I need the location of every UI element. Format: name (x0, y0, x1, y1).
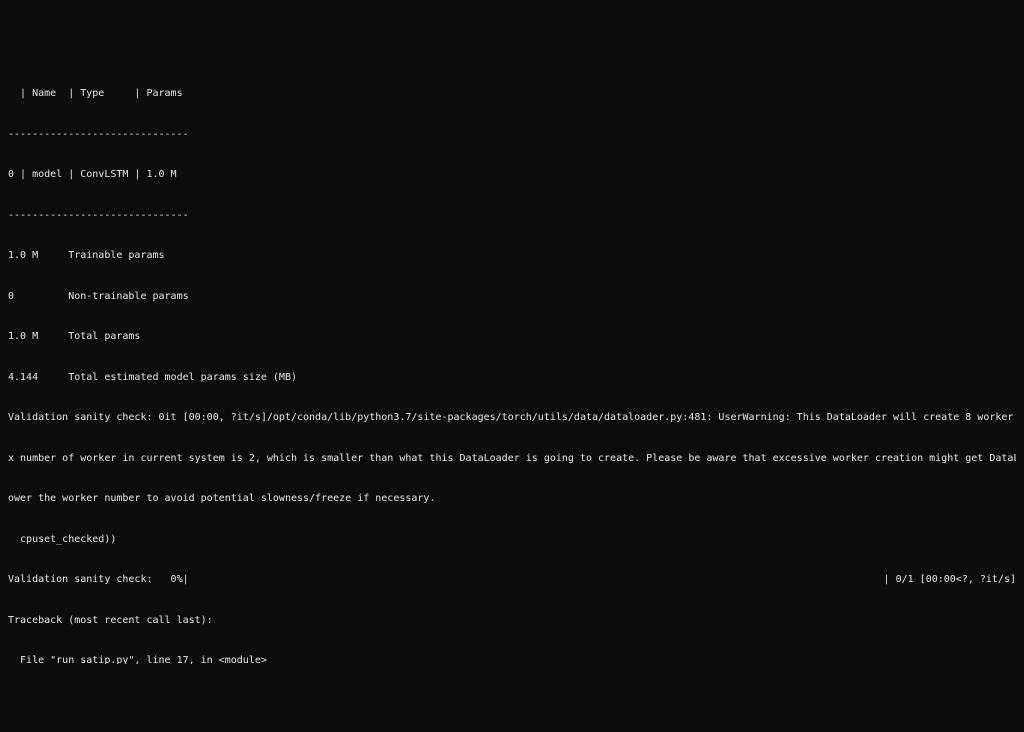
sanity-progress-left: Validation sanity check: 0%| (8, 573, 189, 587)
warn-line: ower the worker number to avoid potentia… (8, 492, 1016, 506)
param-non-trainable: 0 Non-trainable params (8, 290, 1016, 304)
traceback-line: File "run_satip.py", line 17, in <module… (8, 654, 1016, 664)
hr: ------------------------------ (8, 209, 1016, 223)
hr: ------------------------------ (8, 128, 1016, 142)
model-table-header: | Name | Type | Params (8, 87, 1016, 101)
traceback-body: File "run_satip.py", line 17, in <module… (8, 654, 1016, 664)
terminal-output[interactable]: | Name | Type | Params -----------------… (8, 60, 1016, 664)
model-table-row: 0 | model | ConvLSTM | 1.0 M (8, 168, 1016, 182)
sanity-line-1: Validation sanity check: 0it [00:00, ?it… (8, 411, 1016, 425)
sanity-progress-row: Validation sanity check: 0%| | 0/1 [00:0… (8, 573, 1016, 587)
traceback-header: Traceback (most recent call last): (8, 614, 1016, 628)
warn-line: cpuset_checked)) (8, 533, 1016, 547)
param-trainable: 1.0 M Trainable params (8, 249, 1016, 263)
warn-line: x number of worker in current system is … (8, 452, 1016, 466)
param-size: 4.144 Total estimated model params size … (8, 371, 1016, 385)
sanity-progress-right: | 0/1 [00:00<?, ?it/s] (884, 573, 1016, 587)
param-total: 1.0 M Total params (8, 330, 1016, 344)
